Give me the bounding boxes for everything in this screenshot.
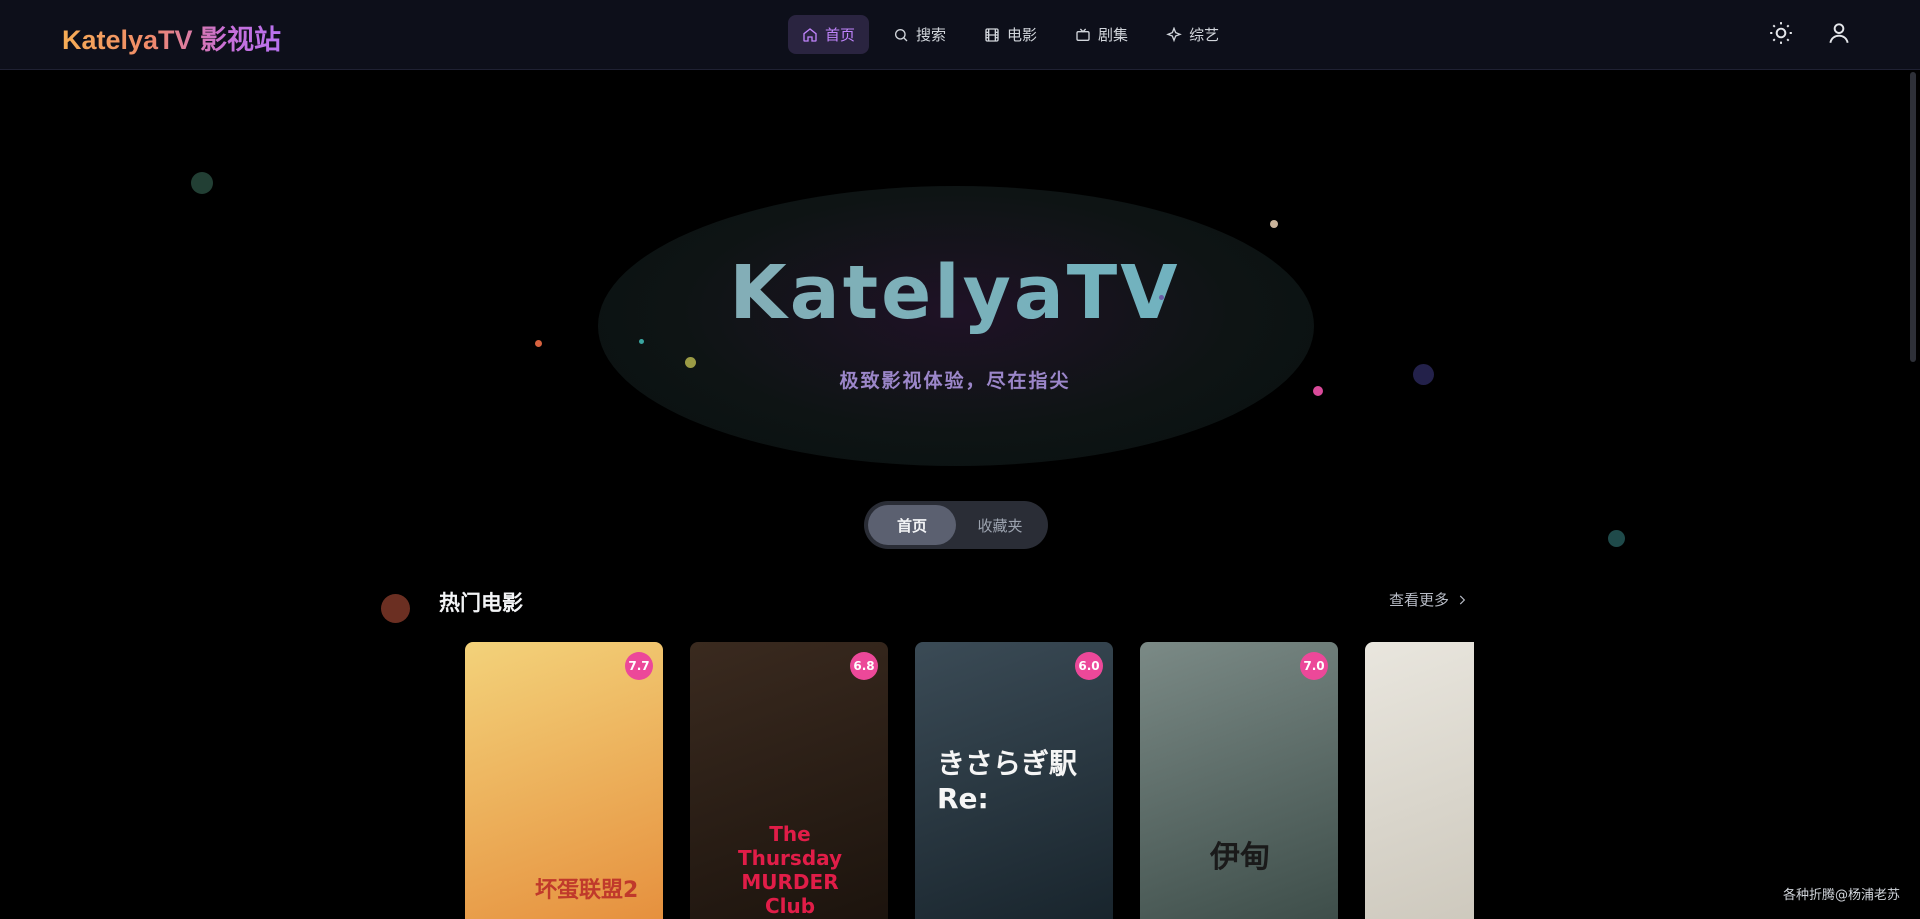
nav-home-label: 首页 — [825, 26, 856, 44]
main-nav: 首页 搜索 电影 剧集 综艺 — [788, 15, 1233, 54]
movie-card[interactable]: 坏蛋联盟2 7.7 — [465, 642, 663, 919]
decor-dot — [1413, 364, 1434, 385]
rating-badge: 6.0 — [1075, 652, 1103, 680]
nav-variety[interactable]: 综艺 — [1152, 15, 1233, 54]
poster-title: きさらぎ駅 Re: — [937, 747, 1078, 815]
movie-poster — [1365, 642, 1474, 919]
see-more-link[interactable]: 查看更多 — [1389, 589, 1469, 610]
film-icon — [985, 27, 999, 42]
hero-subtitle: 极致影视体验，尽在指尖 — [839, 370, 1071, 392]
page-scrollbar[interactable] — [1910, 72, 1916, 362]
nav-search[interactable]: 搜索 — [879, 15, 960, 54]
top-navigation-bar: KatelyaTV 影视站 首页 搜索 电影 剧集 综艺 — [0, 0, 1920, 70]
decor-dot — [685, 357, 696, 368]
chevron-right-icon — [1459, 595, 1466, 604]
decor-dot — [1313, 386, 1323, 396]
decor-dot — [1159, 295, 1164, 300]
poster-title: 坏蛋联盟2 — [535, 878, 639, 903]
poster-title: 伊甸 — [1210, 840, 1270, 875]
user-icon[interactable] — [1826, 20, 1852, 46]
section-title-hot-movies: 热门电影 — [439, 591, 523, 615]
decor-dot — [191, 172, 213, 194]
movie-card[interactable]: きさらぎ駅 Re: 6.0 — [915, 642, 1113, 919]
watermark: 各种折腾@杨浦老苏 — [1782, 888, 1900, 903]
rating-badge: 6.8 — [850, 652, 878, 680]
home-icon — [803, 27, 817, 42]
nav-home[interactable]: 首页 — [788, 15, 870, 54]
movie-card[interactable]: The Thursday MURDER Club 6.8 — [690, 642, 888, 919]
movie-card[interactable]: 伊甸 7.0 — [1140, 642, 1338, 919]
nav-search-label: 搜索 — [916, 26, 947, 44]
home-favorites-switch: 首页 收藏夹 — [864, 501, 1048, 549]
tv-icon — [1076, 28, 1090, 41]
poster-title: The Thursday MURDER Club — [737, 822, 843, 918]
tab-home[interactable]: 首页 — [868, 505, 956, 545]
tab-favorites[interactable]: 收藏夹 — [956, 505, 1044, 545]
nav-series[interactable]: 剧集 — [1061, 15, 1142, 54]
top-right-actions — [1768, 20, 1852, 46]
decor-dot — [535, 340, 542, 347]
movie-poster — [1140, 642, 1338, 919]
decor-dot — [1270, 220, 1278, 228]
rating-badge: 7.0 — [1300, 652, 1328, 680]
movie-card[interactable] — [1365, 642, 1474, 919]
nav-movies[interactable]: 电影 — [970, 15, 1051, 54]
hot-movies-rail: 坏蛋联盟2 7.7 The Thursday MURDER Club 6.8 き… — [465, 642, 1474, 919]
nav-series-label: 剧集 — [1098, 26, 1129, 44]
see-more-label: 查看更多 — [1389, 591, 1450, 609]
nav-movies-label: 电影 — [1007, 26, 1038, 44]
theme-toggle-icon[interactable] — [1768, 20, 1794, 46]
nav-variety-label: 综艺 — [1189, 26, 1220, 44]
decor-dot — [639, 339, 644, 344]
decor-dot — [381, 594, 410, 623]
decor-dot — [1608, 530, 1625, 547]
search-icon — [895, 28, 908, 41]
rating-badge: 7.7 — [625, 652, 653, 680]
sparkle-icon — [1166, 26, 1182, 42]
brand-logo[interactable]: KatelyaTV 影视站 — [62, 18, 281, 57]
hero-title: KatelyaTV — [0, 250, 1910, 336]
